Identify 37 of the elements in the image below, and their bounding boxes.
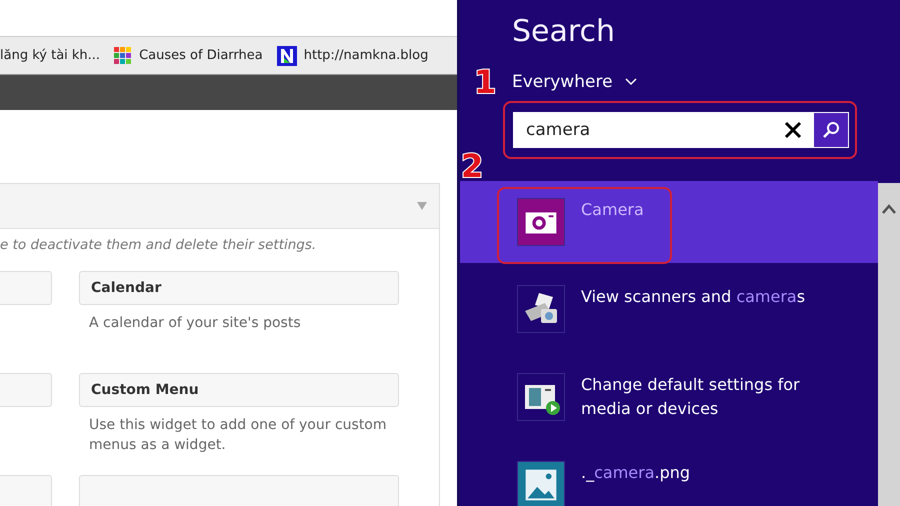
grid-icon xyxy=(114,46,132,64)
widget-title[interactable]: Calendar xyxy=(79,271,399,305)
search-result[interactable]: View scanners and cameras xyxy=(460,263,878,351)
result-label: Camera xyxy=(581,199,645,221)
search-icon xyxy=(821,120,841,140)
widget-box[interactable] xyxy=(0,271,52,305)
search-result[interactable]: Camera xyxy=(460,181,878,263)
image-file-icon xyxy=(518,461,564,506)
search-result[interactable]: Change default settings for media or devices xyxy=(460,351,878,439)
search-result[interactable]: ._camera.png xyxy=(460,439,878,506)
bookmark-link[interactable]: http://namkna.blog xyxy=(304,48,428,63)
bookmark-link[interactable]: lăng ký tài kh... xyxy=(0,48,100,63)
search-input[interactable]: camera xyxy=(514,119,782,141)
search-button[interactable] xyxy=(814,113,848,147)
widget-description: A calendar of your site's posts xyxy=(88,314,302,333)
clear-icon[interactable] xyxy=(782,119,804,141)
widget-box[interactable] xyxy=(79,475,399,506)
step-number: 1 xyxy=(474,66,496,98)
step-number: 2 xyxy=(461,150,484,182)
result-label: Change default settings for media or devices xyxy=(581,374,801,420)
scrollbar[interactable] xyxy=(878,183,900,506)
widget-title[interactable]: Custom Menu xyxy=(79,373,399,407)
scroll-up-icon[interactable] xyxy=(882,203,896,215)
result-label: View scanners and cameras xyxy=(581,286,806,308)
scope-dropdown[interactable]: Everywhere xyxy=(512,72,613,92)
widget-box[interactable] xyxy=(0,373,52,407)
n-logo-icon xyxy=(276,46,297,66)
dropdown-arrow-icon[interactable] xyxy=(417,202,427,210)
camera-icon xyxy=(518,198,564,246)
bookmark-link[interactable]: Causes of Diarrhea xyxy=(139,48,263,63)
search-field[interactable]: camera xyxy=(513,112,849,148)
result-label: ._camera.png xyxy=(581,462,692,484)
chevron-down-icon[interactable] xyxy=(624,78,637,86)
widget-box[interactable] xyxy=(0,475,52,506)
search-title: Search xyxy=(511,13,616,50)
widget-notice: e to deactivate them and delete their settings. xyxy=(0,236,318,253)
widget-description: Use this widget to add one of your custom menus as a widget. xyxy=(88,416,388,455)
